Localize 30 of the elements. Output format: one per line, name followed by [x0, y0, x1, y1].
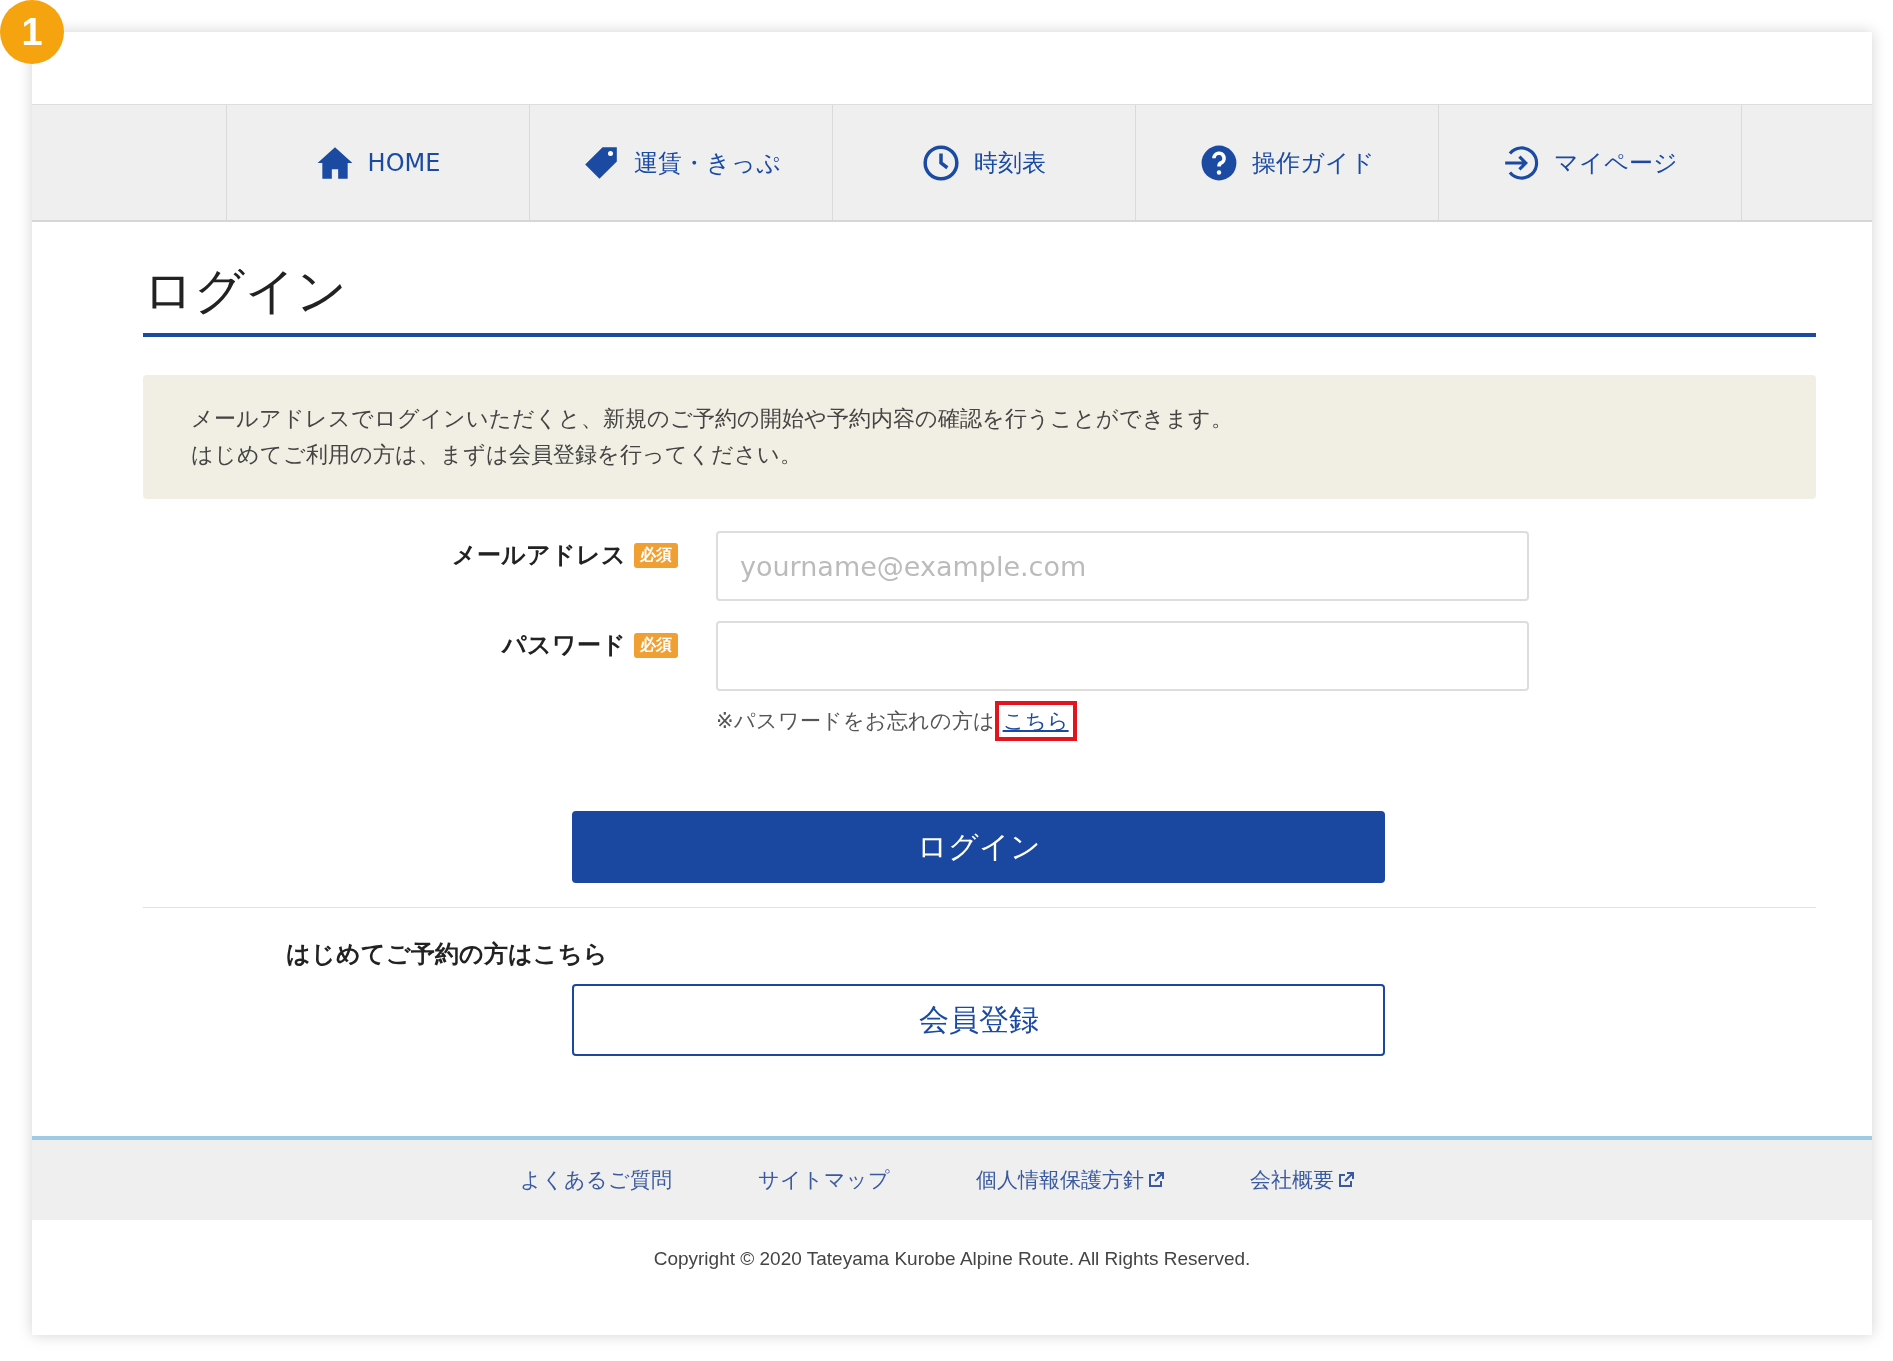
- email-field[interactable]: yourname@example.com: [716, 531, 1529, 601]
- required-badge: 必須: [634, 632, 678, 658]
- nav-item[interactable]: 操作ガイド: [1135, 105, 1438, 220]
- external-link-icon: [1338, 1172, 1354, 1188]
- footer-link[interactable]: よくあるご質問: [520, 1166, 672, 1194]
- nav-item[interactable]: 時刻表: [832, 105, 1135, 220]
- password-field[interactable]: [716, 621, 1529, 691]
- forgot-password-text: ※パスワードをお忘れの方は: [716, 708, 995, 735]
- footer-link[interactable]: 個人情報保護方針: [976, 1166, 1164, 1194]
- arrow-circle-icon: [1502, 143, 1540, 182]
- login-button[interactable]: ログイン: [572, 811, 1385, 883]
- page-title: ログイン: [143, 258, 1816, 337]
- nav-item[interactable]: HOME: [226, 105, 529, 220]
- reset-link[interactable]: こちら: [994, 701, 1077, 741]
- help-icon: [1199, 143, 1238, 182]
- step-number-badge: 1: [0, 0, 64, 64]
- field-label: メールアドレス: [452, 540, 626, 571]
- copyright-text: Copyright © 2020 Tateyama Kurobe Alpine Route. All Rights Reserved.: [652, 1248, 1252, 1270]
- footer-link[interactable]: 会社概要: [1250, 1166, 1354, 1194]
- notice-text: メールアドレスでログインいただくと、新規のご予約の開始や予約内容の確認を行うことができます。: [191, 405, 1234, 433]
- register-button[interactable]: 会員登録: [572, 984, 1385, 1056]
- required-badge: 必須: [634, 542, 678, 568]
- external-link-icon: [1148, 1172, 1164, 1188]
- notice-text: はじめてご利用の方は、まずは会員登録を行ってください。: [191, 441, 803, 469]
- clock-icon: [922, 143, 960, 182]
- nav-item[interactable]: マイページ: [1438, 105, 1742, 220]
- field-label: パスワード: [502, 630, 626, 661]
- first-time-label: はじめてご予約の方はこちら: [286, 939, 609, 970]
- nav-item[interactable]: 運賃・きっぷ: [529, 105, 832, 220]
- footer-link[interactable]: サイトマップ: [758, 1166, 890, 1194]
